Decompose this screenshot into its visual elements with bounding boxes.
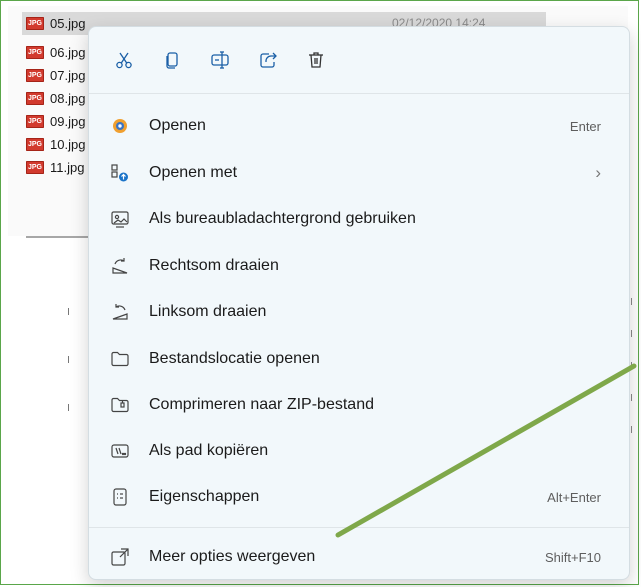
- jpg-file-icon: JPG: [26, 92, 44, 105]
- file-row-08[interactable]: JPG 08.jpg: [26, 87, 85, 110]
- copy-path-icon: [109, 440, 131, 462]
- menu-item-shortcut: Shift+F10: [544, 549, 601, 565]
- menu-item-label: Als pad kopiëren: [149, 442, 269, 459]
- trash-icon: [306, 50, 326, 75]
- menu-item-label: Openen: [149, 117, 206, 134]
- open-with-icon: [109, 162, 131, 184]
- jpg-file-icon: JPG: [26, 69, 44, 82]
- properties-icon: [109, 486, 131, 508]
- menu-item-label: Openen met: [149, 164, 238, 181]
- file-row-09[interactable]: JPG 09.jpg: [26, 110, 85, 133]
- scrollbar-tick: [631, 362, 632, 369]
- menu-item-more-options[interactable]: Meer opties weergeven Shift+F10: [95, 537, 623, 577]
- scrollbar-tick: [631, 298, 632, 305]
- menu-item-label: Meer opties weergeven: [149, 548, 316, 565]
- tree-dash: [68, 308, 69, 315]
- file-name: 11.jpg: [50, 160, 85, 175]
- menu-item-shortcut: Alt+Enter: [547, 489, 601, 505]
- jpg-file-icon: JPG: [26, 17, 44, 30]
- jpg-file-icon: JPG: [26, 115, 44, 128]
- context-menu-toolbar: [105, 39, 345, 85]
- menu-item-rotate-right[interactable]: Rechtsom draaien: [95, 246, 623, 286]
- scrollbar-tick: [631, 394, 632, 401]
- rename-icon: [210, 50, 230, 75]
- menu-item-compress-zip[interactable]: Comprimeren naar ZIP-bestand: [95, 385, 623, 425]
- file-name: 10.jpg: [50, 137, 86, 152]
- file-name: 09.jpg: [50, 114, 86, 129]
- tree-dash: [68, 356, 69, 363]
- file-name: 06.jpg: [50, 45, 86, 60]
- menu-separator: [89, 527, 629, 528]
- menu-item-label: Comprimeren naar ZIP-bestand: [149, 396, 374, 413]
- menu-item-open[interactable]: Openen Enter: [95, 106, 623, 146]
- file-name: 07.jpg: [50, 68, 86, 83]
- rotate-right-icon: [109, 255, 131, 277]
- file-name: 05.jpg: [50, 16, 86, 31]
- menu-item-shortcut: Enter: [569, 118, 601, 134]
- chevron-right-icon: ›: [595, 163, 601, 182]
- menu-item-set-background[interactable]: Als bureaubladachtergrond gebruiken: [95, 199, 623, 239]
- file-row-06[interactable]: JPG 06.jpg: [26, 41, 85, 64]
- menu-item-label: Linksom draaien: [149, 303, 267, 320]
- menu-item-rotate-left[interactable]: Linksom draaien: [95, 292, 623, 332]
- toolbar-separator: [89, 93, 629, 94]
- tree-dash: [68, 404, 69, 411]
- copy-icon: [162, 50, 182, 75]
- menu-item-properties[interactable]: Eigenschappen Alt+Enter: [95, 477, 623, 517]
- file-row-10[interactable]: JPG 10.jpg: [26, 133, 85, 156]
- more-options-icon: [109, 546, 131, 568]
- horizontal-scrollbar[interactable]: [26, 236, 96, 238]
- scrollbar-tick: [631, 330, 632, 337]
- rename-button[interactable]: [201, 44, 238, 80]
- menu-item-label: Bestandslocatie openen: [149, 350, 320, 367]
- jpg-file-icon: JPG: [26, 138, 44, 151]
- menu-item-copy-path[interactable]: Als pad kopiëren: [95, 431, 623, 471]
- rotate-left-icon: [109, 301, 131, 323]
- scissors-icon: [114, 50, 134, 75]
- menu-item-label: Als bureaubladachtergrond gebruiken: [149, 210, 416, 227]
- share-button[interactable]: [249, 44, 286, 80]
- scrollbar-tick: [631, 426, 632, 433]
- file-row-11[interactable]: JPG 11.jpg: [26, 156, 84, 179]
- folder-icon: [109, 348, 131, 370]
- menu-item-label: Eigenschappen: [149, 488, 260, 505]
- zip-folder-icon: [109, 394, 131, 416]
- photos-app-icon: [109, 115, 131, 137]
- menu-item-open-with[interactable]: Openen met ›: [95, 153, 623, 193]
- desktop-background-icon: [109, 208, 131, 230]
- menu-item-open-location[interactable]: Bestandslocatie openen: [95, 339, 623, 379]
- jpg-file-icon: JPG: [26, 46, 44, 59]
- jpg-file-icon: JPG: [26, 161, 44, 174]
- file-row-07[interactable]: JPG 07.jpg: [26, 64, 85, 87]
- file-name: 08.jpg: [50, 91, 86, 106]
- copy-button[interactable]: [153, 44, 190, 80]
- share-icon: [258, 50, 278, 75]
- cut-button[interactable]: [105, 44, 142, 80]
- context-menu: Openen Enter Openen met › Als bureaublad…: [88, 26, 630, 580]
- menu-item-label: Rechtsom draaien: [149, 257, 279, 274]
- delete-button[interactable]: [297, 44, 334, 80]
